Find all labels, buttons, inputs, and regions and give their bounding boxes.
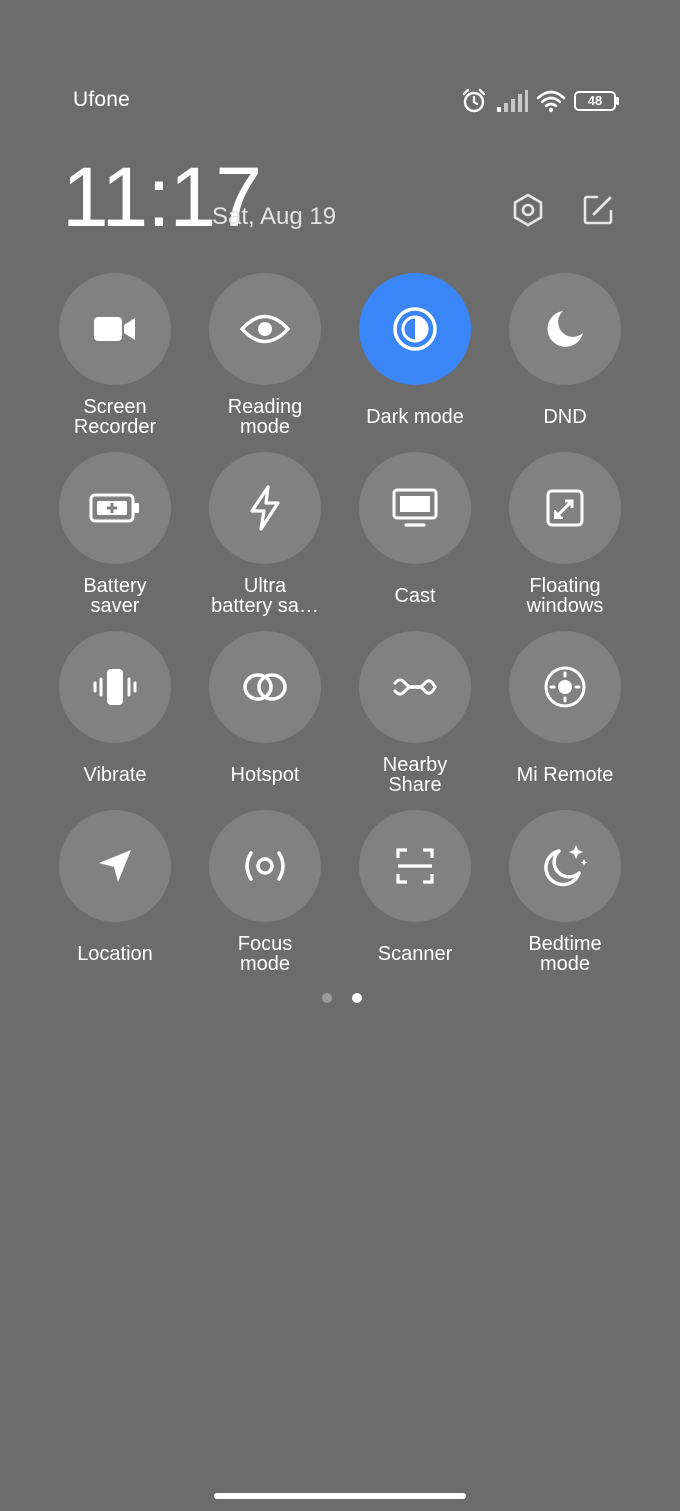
tile-dark-mode[interactable]: Dark mode <box>340 273 490 443</box>
tile-dnd[interactable]: DND <box>490 273 640 443</box>
tile-circle[interactable] <box>209 631 321 743</box>
tile-circle[interactable] <box>209 273 321 385</box>
tile-circle[interactable] <box>59 810 171 922</box>
vibrate-icon <box>93 669 137 705</box>
tile-circle[interactable] <box>209 452 321 564</box>
battery-level: 48 <box>587 93 603 108</box>
tile-vibrate[interactable]: Vibrate <box>40 631 190 801</box>
signal-icon <box>497 90 528 112</box>
tile-label: Focus mode <box>237 933 293 975</box>
tile-reading-mode[interactable]: Reading mode <box>190 273 340 443</box>
tile-label: DND <box>543 406 587 428</box>
tile-circle[interactable] <box>509 452 621 564</box>
tile-hotspot[interactable]: Hotspot <box>190 631 340 801</box>
page-dot[interactable] <box>322 993 332 1003</box>
hotspot-icon <box>243 673 287 701</box>
home-indicator[interactable] <box>214 1493 466 1499</box>
tile-circle[interactable] <box>209 810 321 922</box>
tile-label: Nearby Share <box>382 754 448 796</box>
contrast-icon <box>393 307 437 351</box>
tile-label: Cast <box>394 585 436 607</box>
edit-icon[interactable] <box>580 192 616 228</box>
tile-label: Screen Recorder <box>73 396 157 438</box>
tile-screen-recorder[interactable]: Screen Recorder <box>40 273 190 443</box>
tile-floating-windows[interactable]: Floating windows <box>490 452 640 622</box>
carrier-name: Ufone <box>73 88 131 111</box>
tile-label: Reading mode <box>227 396 303 438</box>
status-icons: 48 <box>460 86 619 116</box>
tile-label: Location <box>77 943 153 965</box>
tile-label: Dark mode <box>366 406 464 428</box>
video-camera-icon <box>94 317 135 341</box>
battery-plus-icon <box>89 493 139 523</box>
tile-circle[interactable] <box>509 631 621 743</box>
tile-circle[interactable] <box>359 810 471 922</box>
tile-label: Battery saver <box>83 575 147 617</box>
battery-icon: 48 <box>574 91 619 111</box>
tile-circle[interactable] <box>359 452 471 564</box>
tile-bedtime-mode[interactable]: Bedtime mode <box>490 810 640 980</box>
tile-battery-saver[interactable]: Battery saver <box>40 452 190 622</box>
remote-icon <box>544 666 586 708</box>
tile-label: Mi Remote <box>516 764 614 786</box>
tile-label: Hotspot <box>230 764 300 786</box>
tile-circle[interactable] <box>359 631 471 743</box>
tile-circle[interactable] <box>59 273 171 385</box>
tile-label: Ultra battery sa… <box>211 575 319 617</box>
tile-circle[interactable] <box>509 810 621 922</box>
focus-icon <box>245 851 285 881</box>
eye-icon <box>240 314 290 344</box>
tile-label: Scanner <box>377 943 453 965</box>
moon-icon <box>547 311 583 347</box>
lightning-icon <box>250 485 280 531</box>
settings-icon[interactable] <box>510 192 546 228</box>
tile-circle[interactable] <box>59 452 171 564</box>
nearby-share-icon <box>393 678 437 696</box>
wifi-icon <box>536 90 566 113</box>
floating-window-icon <box>546 489 584 527</box>
tile-circle[interactable] <box>509 273 621 385</box>
tile-circle[interactable] <box>59 631 171 743</box>
status-bar: Ufone 48 <box>0 0 680 140</box>
tile-label: Vibrate <box>83 764 147 786</box>
tile-label: Floating windows <box>526 575 604 617</box>
page-dot-current[interactable] <box>352 993 362 1003</box>
tile-nearby-share[interactable]: Nearby Share <box>340 631 490 801</box>
scanner-icon <box>396 848 434 884</box>
tile-mi-remote[interactable]: Mi Remote <box>490 631 640 801</box>
tile-circle[interactable] <box>359 273 471 385</box>
location-arrow-icon <box>99 850 131 882</box>
date-text: Sat, Aug 19 <box>212 203 337 230</box>
alarm-icon <box>462 88 486 113</box>
tile-label: Bedtime mode <box>528 933 602 975</box>
page-indicator[interactable] <box>322 993 362 1003</box>
tile-location[interactable]: Location <box>40 810 190 980</box>
bedtime-moon-icon <box>544 845 588 887</box>
tile-scanner[interactable]: Scanner <box>340 810 490 980</box>
monitor-icon <box>392 488 438 527</box>
tile-focus-mode[interactable]: Focus mode <box>190 810 340 980</box>
tile-cast[interactable]: Cast <box>340 452 490 622</box>
tile-ultra-battery-saver[interactable]: Ultra battery sa… <box>190 452 340 622</box>
